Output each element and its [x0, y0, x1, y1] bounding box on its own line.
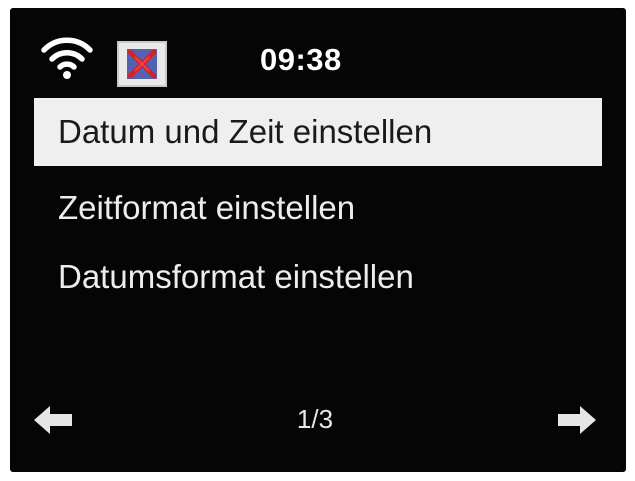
- status-bar: 09:38: [10, 8, 626, 94]
- station-logo-icon: [117, 41, 167, 87]
- menu-item-datum-und-zeit[interactable]: Datum und Zeit einstellen: [34, 98, 602, 166]
- wifi-icon: [41, 37, 93, 79]
- arrow-left-icon[interactable]: [34, 406, 72, 434]
- menu-item-datumsformat[interactable]: Datumsformat einstellen: [34, 243, 602, 311]
- device-screen: 09:38 Datum und Zeit einstellen Zeitform…: [10, 8, 626, 472]
- page-indicator: 1/3: [296, 404, 334, 434]
- arrow-right-icon[interactable]: [558, 406, 596, 434]
- pagination-footer: 1/3: [10, 396, 626, 452]
- clock-time: 09:38: [260, 42, 342, 77]
- menu-item-zeitformat[interactable]: Zeitformat einstellen: [34, 174, 602, 242]
